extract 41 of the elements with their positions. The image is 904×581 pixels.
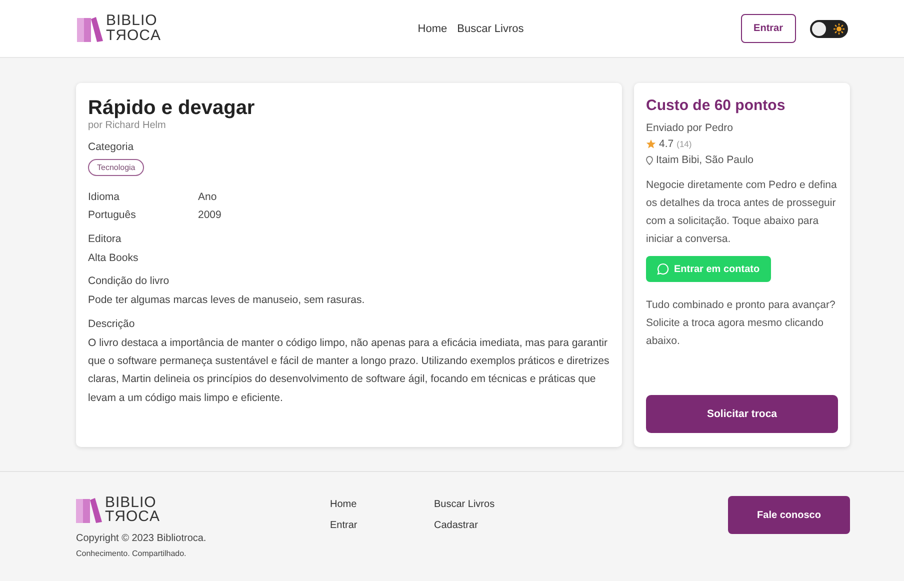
cost-title: Custo de 60 pontos — [646, 97, 786, 114]
field-value: 2009 — [198, 208, 222, 224]
field-label: Condição do livro — [88, 275, 170, 288]
request-button[interactable]: Solicitar troca — [646, 395, 838, 433]
sender-text: Enviado por Pedro — [646, 122, 733, 134]
contact-button[interactable]: Fale conosco — [728, 496, 850, 534]
field-value: O livro destaca a importância de manter o código limpo, não apenas para a eficácia imediata, mas para garantir que o software permaneça sustentável e fácil de manter a longo prazo. Utilizando exemplos práticos e diretrizes claras, Martin delineia os princípios do desenvolvimento de software ágil, focando em técnicas e práticas que levam a um código mais limpo e eficiente. — [88, 336, 610, 406]
review-count: (14) — [676, 139, 692, 149]
field-label: Idioma — [88, 190, 121, 205]
login-button[interactable]: Entrar — [740, 14, 796, 43]
footer-link[interactable]: Entrar — [330, 520, 434, 531]
footer-link[interactable]: Buscar Livros — [434, 499, 544, 510]
footer-link[interactable]: Cadastrar — [434, 520, 544, 531]
theme-toggle[interactable] — [810, 20, 848, 38]
pin-icon — [646, 156, 653, 164]
books-logo-icon — [77, 16, 103, 42]
book-author: por Richard Helm — [88, 120, 167, 131]
negotiate-text: Negocie diretamente com Pedro e defina os detalhes da troca antes de prosseguir com a solicitação. Toque abaixo para iniciar a conversa. — [646, 178, 838, 248]
books-logo-icon — [76, 497, 102, 524]
nav-link[interactable]: Home — [418, 22, 448, 34]
ready-text: Tudo combinado e pronto para avançar? Solicite a troca agora mesmo clicando abaixo. — [646, 298, 836, 350]
star-icon — [646, 139, 656, 149]
category-tag: Tecnologia — [88, 159, 144, 176]
location-text: Itaim Bibi, São Paulo — [656, 154, 754, 166]
field-label: Categoria — [88, 141, 135, 153]
field-label: Ano — [198, 190, 218, 205]
field-value: Alta Books — [88, 250, 140, 266]
chat-icon — [657, 263, 669, 276]
rating-value: 4.7 — [659, 138, 674, 150]
logo-text: BIBLIO TЯOCA — [106, 14, 161, 43]
footer-link[interactable]: Home — [330, 499, 434, 510]
tagline-text: Conhecimento. Compartilhado. — [76, 548, 188, 558]
book-title: Rápido e devagar — [88, 97, 256, 120]
nav-link[interactable]: Buscar Livros — [457, 22, 524, 34]
field-label: Descrição — [88, 318, 136, 330]
copyright-text: Copyright © 2023 Bibliotroca. — [76, 532, 208, 544]
sun-icon — [833, 22, 845, 34]
logo-text: BIBLIO TЯOCA — [105, 496, 160, 524]
field-label: Editora — [88, 232, 122, 245]
field-value: Pode ter algumas marcas leves de manuseio, sem rasuras. — [88, 293, 366, 308]
field-value: Português — [88, 208, 137, 224]
